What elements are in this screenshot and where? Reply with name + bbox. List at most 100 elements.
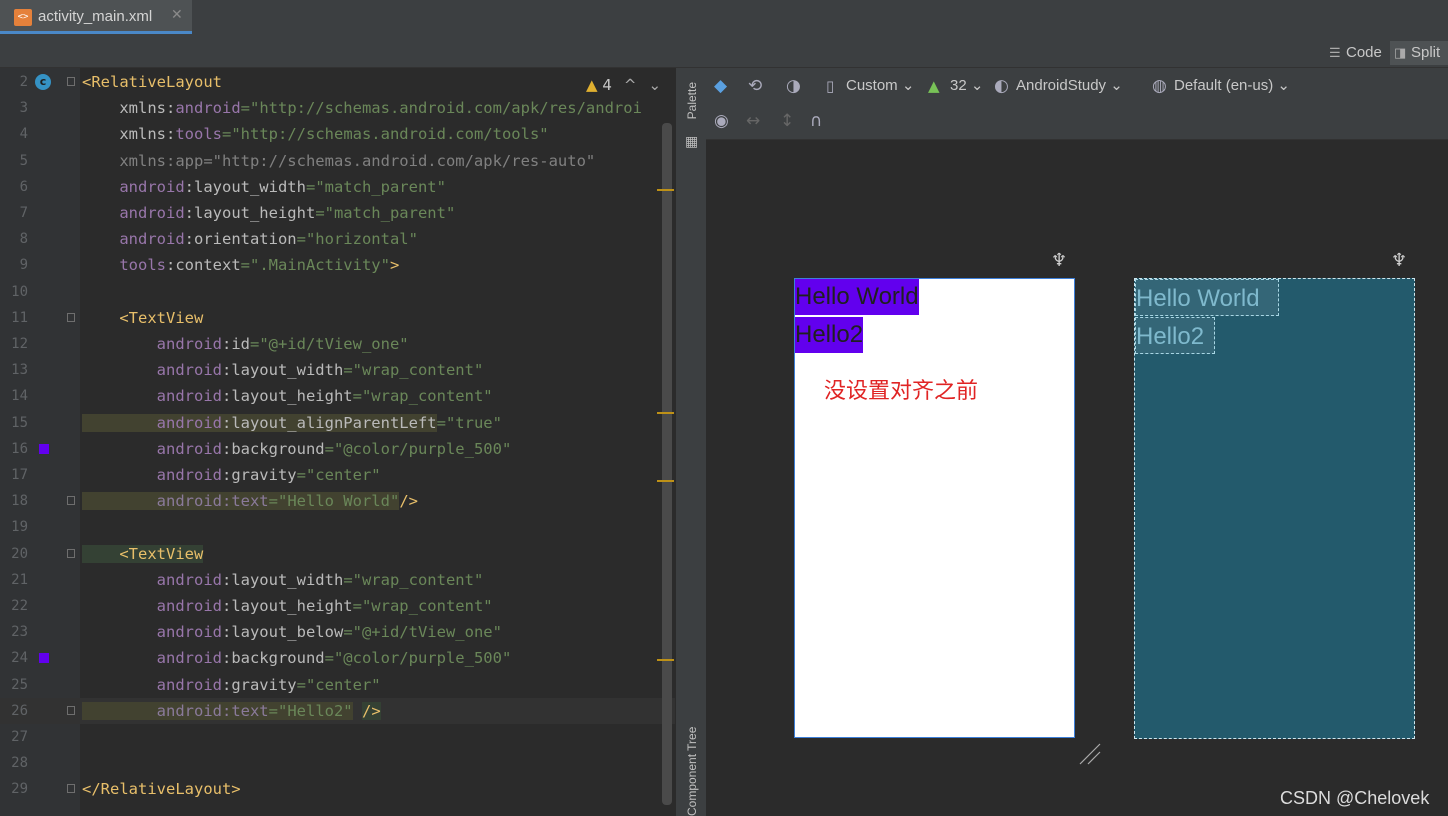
split-mode-button[interactable]: ◨ Split [1390, 41, 1448, 65]
code-line[interactable]: 26 android:text="Hello2" /> [0, 697, 675, 724]
code-line[interactable]: 24 android:background="@color/purple_500… [0, 645, 675, 671]
code-line[interactable]: 25 android:gravity="center" [0, 672, 675, 698]
line-number: 6 [19, 178, 28, 195]
orientation-icon[interactable]: ⟲ [748, 76, 762, 96]
color-swatch-icon[interactable] [39, 443, 49, 454]
warning-stripe[interactable] [657, 412, 674, 414]
warning-stripe[interactable] [657, 659, 674, 661]
code-token: ="http://schemas.android.com/tools" [222, 125, 549, 144]
code-line[interactable]: 29 </RelativeLayout> [0, 776, 675, 802]
blueprint-textview-hello2[interactable]: Hello2 [1135, 317, 1215, 354]
fold-icon[interactable] [67, 312, 75, 322]
code-line[interactable]: 21 android:layout_width="wrap_content" [0, 567, 675, 593]
fold-icon[interactable] [67, 705, 75, 715]
code-mode-button[interactable]: ☰ Code [1325, 41, 1387, 65]
eye-icon[interactable]: ◉ [714, 111, 729, 131]
tab-activity-main[interactable]: <> activity_main.xml ✕ [0, 0, 192, 34]
fold-icon[interactable] [67, 784, 75, 794]
warning-stripe[interactable] [657, 189, 674, 191]
palette-tab[interactable]: Palette [685, 82, 699, 119]
code-line[interactable]: 20 <TextView [0, 541, 675, 567]
line-number: 17 [11, 467, 28, 483]
code-line[interactable]: 15 android:layout_alignParentLeft="true" [0, 410, 675, 436]
code-line[interactable]: 5 xmlns:app="http://schemas.android.com/… [0, 148, 675, 174]
code-token: android [82, 675, 222, 694]
class-icon[interactable]: c [35, 74, 51, 90]
layers-icon[interactable]: ◆ [714, 76, 727, 96]
locale-selector[interactable]: Default (en-us) ⌄ [1174, 76, 1290, 96]
code-token: :layout_height [221, 387, 353, 406]
line-number: 8 [19, 231, 28, 248]
night-mode-icon[interactable]: ◑ [786, 76, 801, 96]
line-number: 5 [19, 152, 28, 169]
code-line[interactable]: 6 android:layout_width="match_parent" [0, 174, 675, 200]
code-line[interactable]: 13 android:layout_width="wrap_content" [0, 357, 675, 383]
code-editor[interactable]: 2 c <RelativeLayout 3 xmlns:android="http:/… [0, 68, 675, 816]
warnings-indicator[interactable]: ▲ 4 ^ ⌄ [586, 76, 661, 94]
resize-handle-icon[interactable] [1078, 742, 1102, 766]
api-selector[interactable]: 32 ⌄ [950, 76, 983, 96]
code-line[interactable]: 19 [0, 514, 675, 540]
line-number: 2 [19, 74, 28, 90]
fold-icon[interactable] [67, 77, 75, 86]
watermark: CSDN @Chelovek [1280, 788, 1430, 808]
chevron-down-icon[interactable]: ⌄ [648, 76, 661, 94]
code-line[interactable]: 3 xmlns:android="http://schemas.android.… [0, 95, 675, 121]
code-token: ="wrap_content" [352, 597, 493, 615]
code-token: ="center" [296, 466, 381, 484]
magnet-icon[interactable]: ∩ [810, 111, 822, 131]
code-line[interactable]: 9 tools:context=".MainActivity"> [0, 252, 675, 278]
theme-selector[interactable]: AndroidStudy ⌄ [1016, 76, 1123, 96]
textview-hello2[interactable]: Hello2 [795, 317, 864, 353]
code-line[interactable]: 18 android:text="Hello World"/> [0, 488, 675, 514]
code-line[interactable]: 22 android:layout_height="wrap_content" [0, 593, 675, 619]
code-line[interactable]: 4 xmlns:tools="http://schemas.android.co… [0, 121, 675, 147]
chevron-up-icon[interactable]: ^ [624, 76, 637, 94]
code-text: android:layout_width="wrap_content" [82, 567, 484, 593]
palette-icon: ▦ [685, 134, 699, 150]
code-line[interactable]: 11 <TextView [0, 305, 675, 331]
code-line[interactable]: 23 android:layout_below="@+id/tView_one" [0, 619, 675, 645]
color-swatch-icon[interactable] [39, 653, 49, 664]
code-line[interactable]: 2 c <RelativeLayout [0, 69, 675, 95]
pin-icon[interactable]: ♆ [1391, 250, 1407, 271]
component-tree-tab[interactable]: Component Tree [685, 708, 699, 816]
code-text: </RelativeLayout> [82, 776, 241, 802]
code-line[interactable]: 14 android:layout_height="wrap_content" [0, 383, 675, 409]
code-line[interactable]: 16 android:background="@color/purple_500… [0, 436, 675, 462]
code-token: ="Hello2" [268, 701, 353, 720]
editor-scrollbar[interactable] [662, 123, 672, 805]
code-text: android:layout_alignParentLeft="true" [82, 410, 502, 436]
pin-icon[interactable]: ♆ [1051, 250, 1067, 271]
blueprint-preview[interactable]: Hello World Hello2 [1134, 278, 1415, 739]
design-preview[interactable]: Hello World Hello2 [794, 278, 1075, 738]
code-token: :gravity [221, 675, 297, 694]
code-line[interactable]: 10 [0, 279, 675, 305]
device-selector[interactable]: Custom ⌄ [846, 76, 914, 96]
code-line[interactable]: 17 android:gravity="center" [0, 462, 675, 488]
warning-stripe[interactable] [657, 480, 674, 482]
code-token: android [82, 570, 222, 589]
blueprint-textview-hello-world[interactable]: Hello World [1135, 279, 1279, 316]
fold-icon[interactable] [67, 496, 75, 506]
annotation-note: 没设置对齐之前 [824, 378, 979, 403]
vertical-arrows-icon[interactable]: ↕ [780, 111, 794, 131]
line-number: 16 [11, 440, 28, 457]
code-line[interactable]: 12 android:id="@+id/tView_one" [0, 331, 675, 357]
code-line[interactable]: 7 android:layout_height="match_parent" [0, 200, 675, 226]
textview-hello-world[interactable]: Hello World [795, 279, 919, 315]
code-line[interactable]: 27 [0, 724, 675, 750]
code-token: :text [221, 701, 269, 720]
code-token: android [82, 177, 185, 196]
view-mode-bar: ☰ Code ◨ Split [0, 35, 1448, 68]
code-token: ="@+id/tView_one" [343, 623, 502, 642]
code-token: > [389, 256, 400, 275]
code-token: ="horizontal" [296, 230, 418, 249]
fold-icon[interactable] [67, 548, 75, 558]
code-token: :layout_width [221, 361, 344, 380]
code-line[interactable]: 8 android:orientation="horizontal" [0, 226, 675, 252]
code-line[interactable]: 28 [0, 750, 675, 776]
close-icon[interactable]: ✕ [171, 7, 183, 23]
line-number: 27 [11, 729, 28, 745]
horizontal-arrows-icon[interactable]: ↔ [746, 111, 760, 131]
